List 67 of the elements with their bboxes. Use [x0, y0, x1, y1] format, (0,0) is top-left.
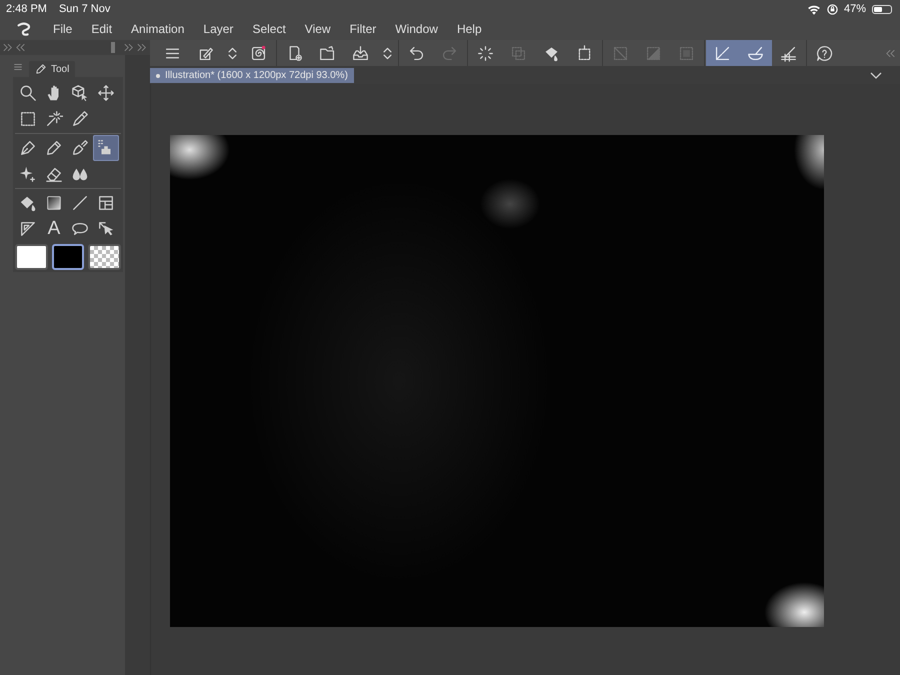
paint-bucket-icon	[19, 194, 37, 212]
spiral-icon	[250, 44, 267, 62]
transparent-swatch[interactable]	[88, 244, 122, 270]
paint-bucket-icon	[543, 44, 560, 62]
color-swatch[interactable]	[52, 244, 84, 270]
menu-icon[interactable]	[13, 62, 23, 72]
redo-icon	[441, 44, 458, 62]
color-swatch[interactable]	[15, 244, 48, 270]
double-chevron-icon[interactable]	[3, 43, 13, 52]
status-time: 2:48 PM	[6, 3, 47, 15]
menu-item[interactable]: Layer	[195, 22, 242, 36]
half-filled-square-icon	[645, 44, 662, 62]
cube-cursor-icon	[71, 84, 89, 102]
airbrush-tool-button[interactable]	[93, 135, 119, 161]
grid-pen-icon	[780, 44, 797, 62]
bowl-pen-button[interactable]	[739, 40, 772, 66]
panel-grip[interactable]	[111, 42, 115, 53]
move-arrows-icon	[97, 84, 115, 102]
menu-item[interactable]: File	[45, 22, 80, 36]
eyedropper-icon	[71, 110, 89, 128]
sparkle-icon	[19, 165, 37, 183]
dotted-squares-icon	[510, 44, 527, 62]
menu-item[interactable]: Edit	[83, 22, 120, 36]
speech-balloon-icon	[71, 220, 89, 238]
document-tab[interactable]: Illustration* (1600 x 1200px 72dpi 93.0%)	[150, 68, 354, 83]
menu-item[interactable]: View	[296, 22, 339, 36]
panel-layout-icon	[97, 194, 115, 212]
menu-item[interactable]: Filter	[342, 22, 384, 36]
undo-icon	[408, 44, 425, 62]
tray-download-icon	[352, 44, 369, 62]
pencil-icon	[45, 139, 63, 157]
double-chevron-icon[interactable]	[886, 48, 896, 58]
dotted-square-icon	[678, 44, 695, 62]
dotted-square-slash-icon	[612, 44, 629, 62]
double-chevron-icon[interactable]	[137, 43, 147, 52]
chevron-down-icon[interactable]	[870, 72, 882, 80]
menu-item[interactable]: Help	[448, 22, 490, 36]
dotted-rectangle-icon	[19, 110, 37, 128]
gradient-square-icon	[45, 194, 63, 212]
app-logo-icon[interactable]	[15, 20, 33, 38]
wifi-icon	[806, 4, 821, 14]
search-icon	[19, 84, 37, 102]
bowl-pen-icon	[747, 44, 764, 62]
diagonal-line-icon	[71, 194, 89, 212]
magic-wand-icon	[45, 110, 63, 128]
brush-icon	[71, 139, 89, 157]
tool-tab[interactable]: Tool	[29, 61, 76, 77]
tool-button[interactable]: A	[41, 216, 67, 242]
ruler-pen-icon	[714, 44, 731, 62]
help-icon	[816, 44, 833, 62]
menu-item[interactable]: Animation	[123, 22, 192, 36]
eraser-icon	[45, 165, 63, 183]
ruler-triangle-icon	[19, 220, 37, 238]
menu-item[interactable]: Select	[244, 22, 294, 36]
menu-item[interactable]: Window	[387, 22, 446, 36]
pen-nib-icon	[19, 139, 37, 157]
transform-box-icon	[576, 44, 593, 62]
status-date: Sun 7 Nov	[58, 3, 110, 15]
battery-icon	[872, 4, 892, 14]
battery-percentage: 47%	[844, 3, 866, 15]
pointer-arrow-icon	[97, 220, 115, 238]
double-chevron-icon[interactable]	[124, 43, 134, 52]
pencil-icon	[35, 63, 47, 75]
rotation-lock-icon	[826, 4, 838, 14]
ruler-pen-button[interactable]	[706, 40, 739, 66]
folder-icon	[319, 44, 336, 62]
double-chevron-icon[interactable]	[16, 43, 26, 52]
